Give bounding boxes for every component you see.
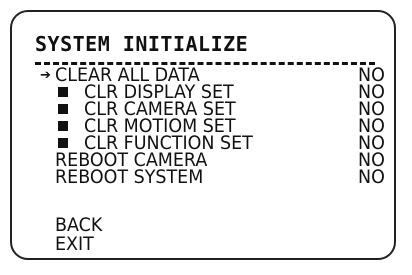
menu-item-reboot-system[interactable]: REBOOT SYSTEM NO [40,166,385,188]
menu-list: ➔ CLEAR ALL DATA NO CLR DISPLAY SET NO C… [40,66,385,188]
selection-arrow-icon: ➔ [40,68,51,83]
square-bullet-icon [58,87,68,97]
menu-item-value[interactable]: NO [358,168,385,187]
square-bullet-icon [58,138,68,148]
menu-item-label: REBOOT SYSTEM [55,166,204,188]
exit-label: EXIT [55,233,94,255]
square-bullet-icon [58,104,68,114]
square-bullet-icon [58,121,68,131]
menu-title: SYSTEM INITIALIZE [35,32,249,56]
